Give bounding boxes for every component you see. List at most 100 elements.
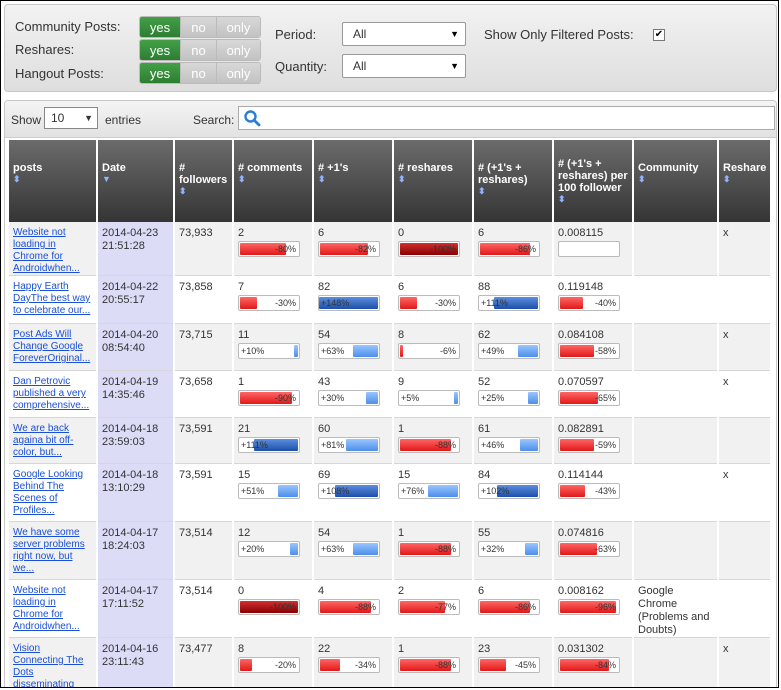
pr-cell: 6 -86% (474, 580, 552, 638)
search-input[interactable] (238, 106, 775, 130)
pr-change-bar: +25% (478, 390, 540, 406)
post-link[interactable]: We have some server problems right now, … (13, 527, 93, 575)
comments-cell: 11 +10% (234, 324, 312, 371)
pr-value: 55 (478, 527, 491, 539)
quantity-select[interactable]: All ▼ (342, 54, 466, 78)
period-label: Period: (275, 27, 317, 42)
post-cell: We have some server problems right now, … (9, 522, 96, 580)
date-cell: 2014-04-20 08:54:40 (98, 324, 173, 371)
community-posts-no-button[interactable]: no (180, 17, 216, 37)
column-header-reshare[interactable]: Reshare ⬍ (719, 138, 770, 222)
change-bar-fill (290, 543, 298, 555)
column-header-date[interactable]: Date ▼ (98, 138, 173, 222)
plus1-value: 60 (318, 423, 331, 435)
post-cell: Website not loading in Chrome for Androi… (9, 222, 96, 276)
period-select[interactable]: All ▼ (342, 22, 466, 46)
plus1-value: 4 (318, 585, 325, 597)
pr-cell: 23 -45% (474, 638, 552, 687)
change-bar-fill (560, 543, 597, 555)
comments-change-bar: -20% (238, 657, 300, 673)
column-header-plus1-reshares[interactable]: # (+1's + reshares) ⬍ (474, 138, 552, 222)
post-cell: We are back againa bit off-color, but... (9, 418, 96, 464)
post-link[interactable]: Google Looking Behind The Scenes of Prof… (13, 469, 93, 517)
change-percent: -34% (354, 660, 376, 670)
followers-value: 73,933 (179, 227, 213, 239)
change-bar-fill (480, 659, 506, 671)
show-only-filtered-checkbox[interactable]: ✔ (653, 29, 665, 41)
comments-cell: 21 +111% (234, 418, 312, 464)
entries-select[interactable]: 10 ▼ (44, 107, 98, 129)
show-label: Show (11, 113, 42, 127)
change-percent: +63% (321, 544, 345, 554)
chevron-down-icon: ▼ (84, 113, 93, 123)
plus1-cell: 60 +81% (314, 418, 392, 464)
post-link[interactable]: Vision Connecting The Dots disseminating… (13, 643, 93, 687)
community-posts-only-button[interactable]: only (216, 17, 260, 37)
column-header-posts[interactable]: posts ⬍ (9, 138, 96, 222)
hangout-posts-yes-button[interactable]: yes (140, 63, 180, 83)
community-cell (634, 418, 717, 464)
post-link[interactable]: Dan Petrovic published a very comprehens… (13, 376, 93, 412)
comments-value: 15 (238, 469, 251, 481)
followers-value: 73,477 (179, 643, 213, 655)
hangout-posts-no-button[interactable]: no (180, 63, 216, 83)
column-header-label: # (+1's + reshares) (478, 162, 528, 186)
column-header-per100[interactable]: # (+1's + reshares) per 100 follower ⬍ (554, 138, 632, 222)
column-header-community[interactable]: Community ⬍ (634, 138, 717, 222)
column-header-followers[interactable]: # followers ⬍ (175, 138, 232, 222)
change-bar-fill (560, 439, 594, 451)
table-row: Dan Petrovic published a very comprehens… (9, 371, 770, 418)
change-percent: -65% (594, 393, 616, 403)
community-posts-yes-button[interactable]: yes (140, 17, 180, 37)
per100-value: 0.008162 (558, 585, 604, 597)
post-link[interactable]: Website not loading in Chrome for Androi… (13, 585, 93, 633)
column-header-plus1[interactable]: # +1's ⬍ (314, 138, 392, 222)
reshares-yes-button[interactable]: yes (140, 40, 180, 60)
reshare-cell (719, 418, 770, 464)
change-percent: +111% (481, 298, 508, 308)
post-link[interactable]: Website not loading in Chrome for Androi… (13, 227, 93, 275)
per100-value: 0.114144 (558, 469, 604, 481)
plus1-cell: 4 -88% (314, 580, 392, 638)
reshares-change-bar: -88% (398, 657, 460, 673)
per100-change-bar: -40% (558, 295, 620, 311)
per100-change-bar: -43% (558, 483, 620, 499)
community-cell (634, 276, 717, 324)
date-value: 2014-04-20 (102, 329, 159, 341)
hangout-posts-only-button[interactable]: only (216, 63, 260, 83)
plus1-cell: 82 +148% (314, 276, 392, 324)
time-value: 08:54:40 (102, 342, 145, 354)
plus1-value: 22 (318, 643, 331, 655)
post-link[interactable]: Happy Earth DayThe best way to celebrate… (13, 281, 93, 317)
plus1-cell: 43 +30% (314, 371, 392, 418)
pr-value: 6 (478, 227, 485, 239)
change-percent: -80% (274, 244, 296, 254)
reshares-no-button[interactable]: no (180, 40, 216, 60)
plus1-value: 82 (318, 281, 331, 293)
column-header-reshares[interactable]: # reshares ⬍ (394, 138, 472, 222)
date-cell: 2014-04-16 23:11:43 (98, 638, 173, 687)
reshares-value: 1 (398, 643, 405, 655)
post-link[interactable]: We are back againa bit off-color, but... (13, 423, 93, 459)
reshares-only-button[interactable]: only (216, 40, 260, 60)
per100-value: 0.008115 (558, 227, 604, 239)
plus1-value: 69 (318, 469, 331, 481)
pr-change-bar: +46% (478, 437, 540, 453)
column-header-comments[interactable]: # comments ⬍ (234, 138, 312, 222)
post-link[interactable]: Post Ads Will Change Google ForeverOrigi… (13, 329, 93, 365)
change-bar-fill (278, 485, 298, 497)
per100-cell: 0.031302 -84% (554, 638, 632, 687)
change-percent: -59% (594, 440, 616, 450)
comments-change-bar: +20% (238, 541, 300, 557)
change-bar-fill (353, 543, 378, 555)
column-header-label: Date (102, 162, 126, 174)
pr-value: 88 (478, 281, 491, 293)
followers-cell: 73,591 (175, 418, 232, 464)
reshares-value: 15 (398, 469, 411, 481)
community-cell (634, 522, 717, 580)
filter-panel: Community Posts: yes no only Reshares: y… (4, 4, 777, 92)
column-header-label: Community (638, 162, 699, 174)
period-value: All (353, 27, 367, 41)
change-percent: +10% (241, 346, 265, 356)
pr-change-bar: -45% (478, 657, 540, 673)
